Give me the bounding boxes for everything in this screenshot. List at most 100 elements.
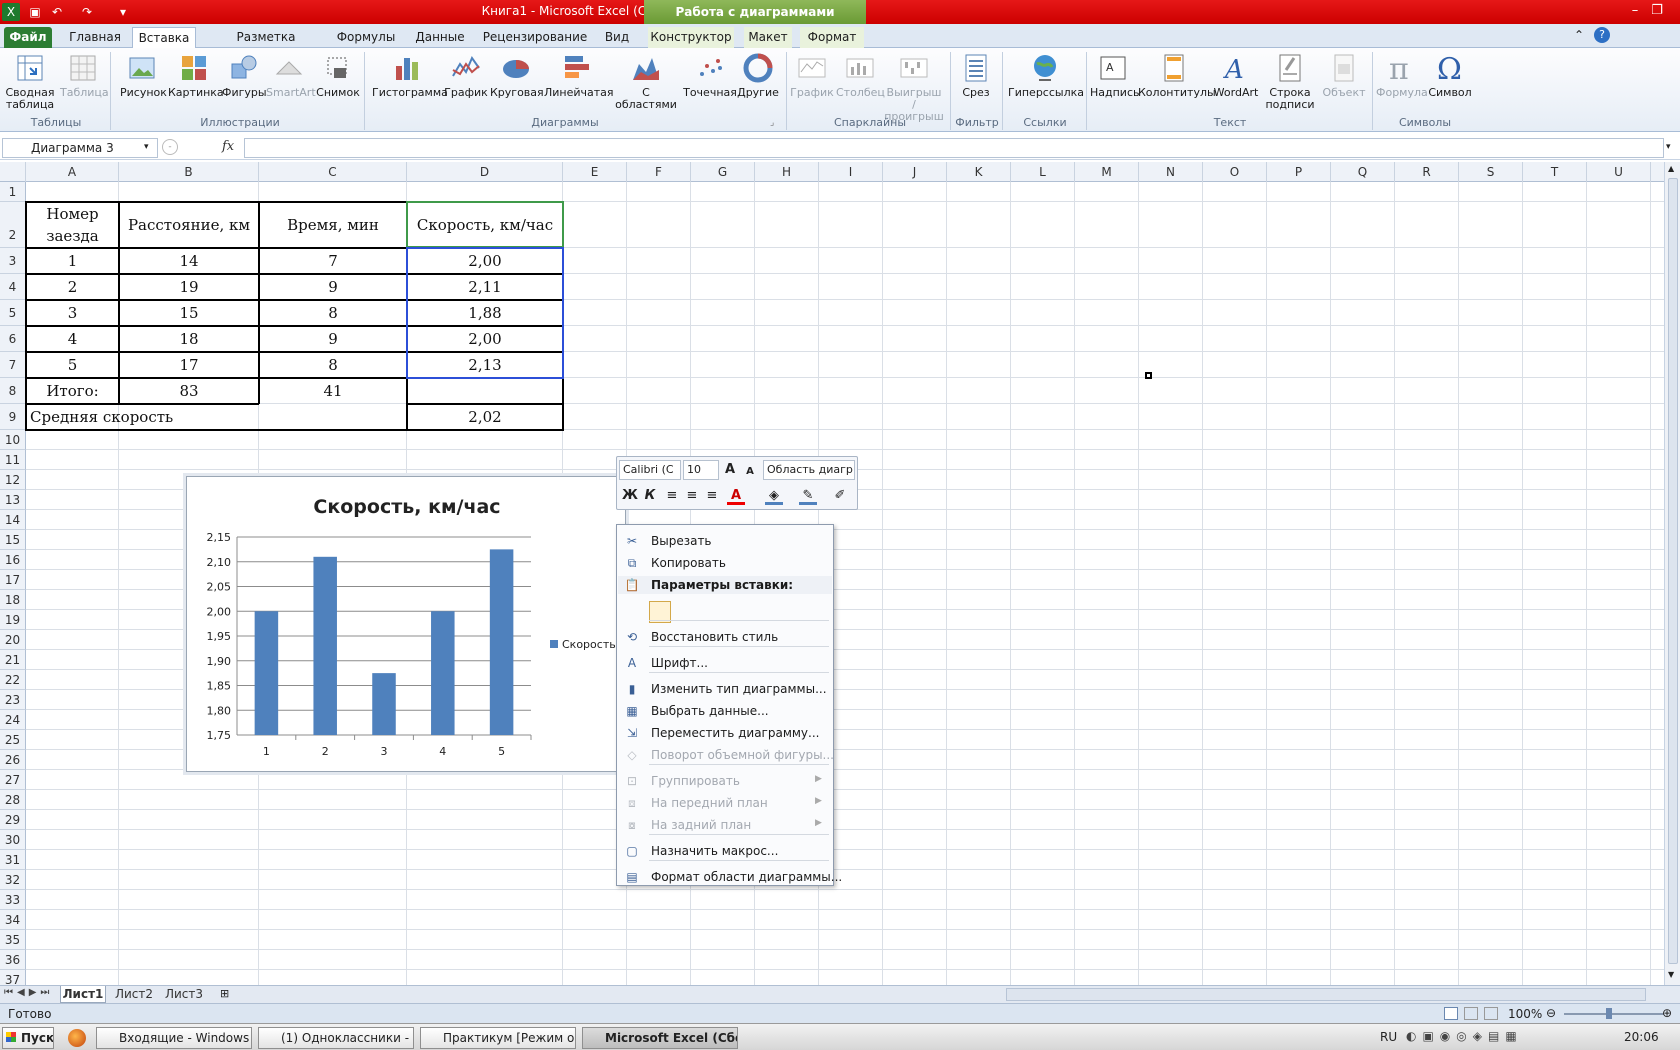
chart-object[interactable]: Скорость, км/час 2,15 2,10 2,05 2,00 1,95 1,90… bbox=[186, 476, 626, 772]
row-header[interactable]: 35 bbox=[0, 930, 26, 950]
tab-home[interactable]: Главная bbox=[60, 27, 130, 48]
table-cell[interactable]: 15 bbox=[119, 300, 259, 326]
table-cell[interactable]: 2 bbox=[26, 274, 119, 300]
row-header[interactable]: 12 bbox=[0, 470, 26, 490]
page-break-view-icon[interactable] bbox=[1484, 1007, 1498, 1020]
align-center-icon[interactable]: ≡ bbox=[683, 487, 701, 505]
vertical-scrollbar[interactable]: ▲ ▼ bbox=[1664, 162, 1680, 985]
fill-color-icon[interactable]: ◈ bbox=[765, 487, 783, 505]
line-chart-button[interactable]: График bbox=[444, 50, 488, 99]
row-header[interactable]: 10 bbox=[0, 430, 26, 450]
row-header[interactable]: 8 bbox=[0, 378, 26, 404]
charts-dialog-launcher-icon[interactable]: ⌟ bbox=[770, 118, 774, 128]
tab-page-layout[interactable]: Разметка страницы bbox=[204, 27, 328, 65]
formula-input[interactable] bbox=[244, 138, 1664, 158]
sheet-nav-arrows-icon[interactable]: ⏮◀▶⏭ bbox=[4, 987, 53, 998]
menu-item[interactable]: Изменить тип диаграммы... bbox=[651, 682, 827, 696]
total-time-cell[interactable]: 41 bbox=[259, 378, 407, 404]
horizontal-scrollbar[interactable] bbox=[1006, 988, 1646, 1001]
column-header[interactable]: H bbox=[755, 162, 819, 182]
zoom-in-icon[interactable]: ⊕ bbox=[1662, 1006, 1672, 1020]
table-header-cell[interactable]: Время, мин bbox=[259, 202, 407, 248]
chart-bar[interactable] bbox=[431, 611, 455, 735]
expand-formula-bar-icon[interactable]: ▾ bbox=[1666, 142, 1671, 152]
table-cell[interactable]: 3 bbox=[26, 300, 119, 326]
area-chart-button[interactable]: С областями bbox=[612, 50, 680, 111]
row-header[interactable]: 30 bbox=[0, 830, 26, 850]
menu-item[interactable]: Шрифт... bbox=[651, 656, 708, 670]
zoom-slider-thumb[interactable] bbox=[1606, 1008, 1612, 1019]
signature-line-button[interactable]: Строка подписи bbox=[1262, 50, 1318, 111]
taskbar-item-word[interactable]: Практикум [Режим огра... bbox=[420, 1027, 576, 1049]
format-painter-icon[interactable]: ✐ bbox=[831, 487, 849, 505]
font-size-field[interactable]: 10 bbox=[683, 460, 719, 480]
column-header[interactable]: U bbox=[1587, 162, 1651, 182]
menu-item[interactable]: Восстановить стиль bbox=[651, 630, 778, 644]
picture-button[interactable]: Рисунок bbox=[120, 50, 167, 99]
tab-insert[interactable]: Вставка bbox=[132, 27, 196, 48]
tab-file[interactable]: Файл bbox=[4, 27, 52, 48]
row-header[interactable]: 29 bbox=[0, 810, 26, 830]
tab-data[interactable]: Данные bbox=[412, 27, 468, 48]
symbol-button[interactable]: Ω Символ bbox=[1426, 50, 1474, 99]
taskbar-item-mail[interactable]: Входящие - Windows In... bbox=[96, 1027, 252, 1049]
tab-layout[interactable]: Макет bbox=[744, 27, 792, 48]
chart-title[interactable]: Скорость, км/час bbox=[313, 496, 500, 518]
column-header[interactable]: J bbox=[883, 162, 947, 182]
sparkline-column-button[interactable]: Столбец bbox=[836, 50, 885, 99]
row-header[interactable]: 15 bbox=[0, 530, 26, 550]
language-indicator[interactable]: RU bbox=[1380, 1030, 1397, 1044]
table-button[interactable]: Таблица bbox=[60, 50, 109, 99]
menu-item[interactable]: Назначить макрос... bbox=[651, 844, 778, 858]
chart-element-selector[interactable]: Область диагр bbox=[763, 460, 855, 480]
table-cell[interactable]: 5 bbox=[26, 352, 119, 378]
row-header[interactable]: 17 bbox=[0, 570, 26, 590]
row-header[interactable]: 34 bbox=[0, 910, 26, 930]
chart-bar[interactable] bbox=[313, 556, 337, 735]
table-cell[interactable]: 4 bbox=[26, 326, 119, 352]
hyperlink-button[interactable]: Гиперссылка bbox=[1008, 50, 1084, 99]
column-header[interactable]: T bbox=[1523, 162, 1587, 182]
row-header[interactable]: 19 bbox=[0, 610, 26, 630]
align-right-icon[interactable]: ≡ bbox=[703, 487, 721, 505]
row-header[interactable]: 22 bbox=[0, 670, 26, 690]
row-header[interactable]: 25 bbox=[0, 730, 26, 750]
row-header[interactable]: 1 bbox=[0, 182, 26, 202]
textbox-button[interactable]: A Надпись bbox=[1090, 50, 1140, 99]
table-header-cell[interactable]: Номер заезда bbox=[26, 202, 119, 248]
column-header[interactable]: A bbox=[26, 162, 119, 182]
table-cell[interactable]: 8 bbox=[259, 352, 407, 378]
row-header[interactable]: 27 bbox=[0, 770, 26, 790]
select-all-corner[interactable] bbox=[0, 162, 26, 182]
table-cell[interactable]: 8 bbox=[259, 300, 407, 326]
page-layout-view-icon[interactable] bbox=[1464, 1007, 1478, 1020]
row-header[interactable]: 3 bbox=[0, 248, 26, 274]
column-header[interactable]: S bbox=[1459, 162, 1523, 182]
sheet-tab-2[interactable]: Лист2 bbox=[112, 986, 156, 1003]
collapse-ribbon-icon[interactable]: ⌃ bbox=[1574, 28, 1584, 42]
row-header[interactable]: 16 bbox=[0, 550, 26, 570]
smartart-button[interactable]: SmartArt bbox=[266, 50, 316, 99]
column-header[interactable]: R bbox=[1395, 162, 1459, 182]
table-cell[interactable]: 9 bbox=[259, 274, 407, 300]
fx-icon[interactable]: fx bbox=[222, 139, 234, 154]
sparkline-line-button[interactable]: График bbox=[790, 50, 834, 99]
normal-view-icon[interactable] bbox=[1444, 1007, 1458, 1020]
object-button[interactable]: Объект bbox=[1320, 50, 1368, 99]
sheet-tab-3[interactable]: Лист3 bbox=[162, 986, 206, 1003]
row-header[interactable]: 18 bbox=[0, 590, 26, 610]
pie-chart-button[interactable]: Круговая bbox=[490, 50, 544, 99]
outline-color-icon[interactable]: ✎ bbox=[799, 487, 817, 505]
minimize-icon[interactable]: – bbox=[1624, 2, 1646, 20]
shrink-font-icon[interactable]: A bbox=[741, 463, 759, 481]
shapes-button[interactable]: Фигуры bbox=[222, 50, 267, 99]
equation-button[interactable]: π Формула bbox=[1376, 50, 1428, 99]
table-cell[interactable]: 18 bbox=[119, 326, 259, 352]
restore-icon[interactable]: ❐ bbox=[1646, 2, 1668, 20]
menu-item[interactable]: Формат области диаграммы... bbox=[651, 870, 842, 884]
column-header[interactable]: I bbox=[819, 162, 883, 182]
column-header[interactable]: B bbox=[119, 162, 259, 182]
row-header[interactable]: 6 bbox=[0, 326, 26, 352]
avg-speed-value-cell[interactable]: 2,02 bbox=[407, 404, 563, 430]
row-header[interactable]: 31 bbox=[0, 850, 26, 870]
